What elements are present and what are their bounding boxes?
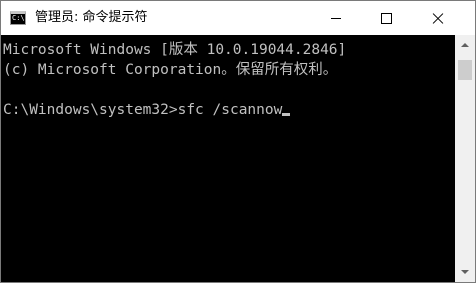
minimize-button[interactable] xyxy=(313,1,359,35)
window-title: 管理员: 命令提示符 xyxy=(35,10,148,25)
title-bar[interactable]: C:\. 管理员: 命令提示符 xyxy=(1,1,475,35)
console-line-copyright: (c) Microsoft Corporation。保留所有权利。 xyxy=(3,62,338,78)
scrollbar-thumb[interactable] xyxy=(458,60,472,80)
vertical-scrollbar[interactable] xyxy=(455,35,475,282)
console-line-version: Microsoft Windows [版本 10.0.19044.2846] xyxy=(3,42,347,58)
scroll-up-arrow-icon[interactable] xyxy=(455,35,475,55)
command-prompt-window: C:\. 管理员: 命令提示符 Microsoft Windows [版本 10… xyxy=(0,0,476,283)
scroll-down-arrow-icon[interactable] xyxy=(455,262,475,282)
text-cursor xyxy=(282,113,291,116)
console-app-icon[interactable]: C:\. xyxy=(10,11,26,25)
close-button[interactable] xyxy=(415,1,461,35)
command-prompt-text: C:\Windows\system32>sfc /scannow xyxy=(3,102,283,118)
maximize-button[interactable] xyxy=(363,1,409,35)
console-command-line: C:\Windows\system32>sfc /scannow xyxy=(3,100,291,120)
app-icon-glyph: C:\. xyxy=(12,14,25,22)
console-output-area[interactable]: Microsoft Windows [版本 10.0.19044.2846] (… xyxy=(1,35,455,282)
